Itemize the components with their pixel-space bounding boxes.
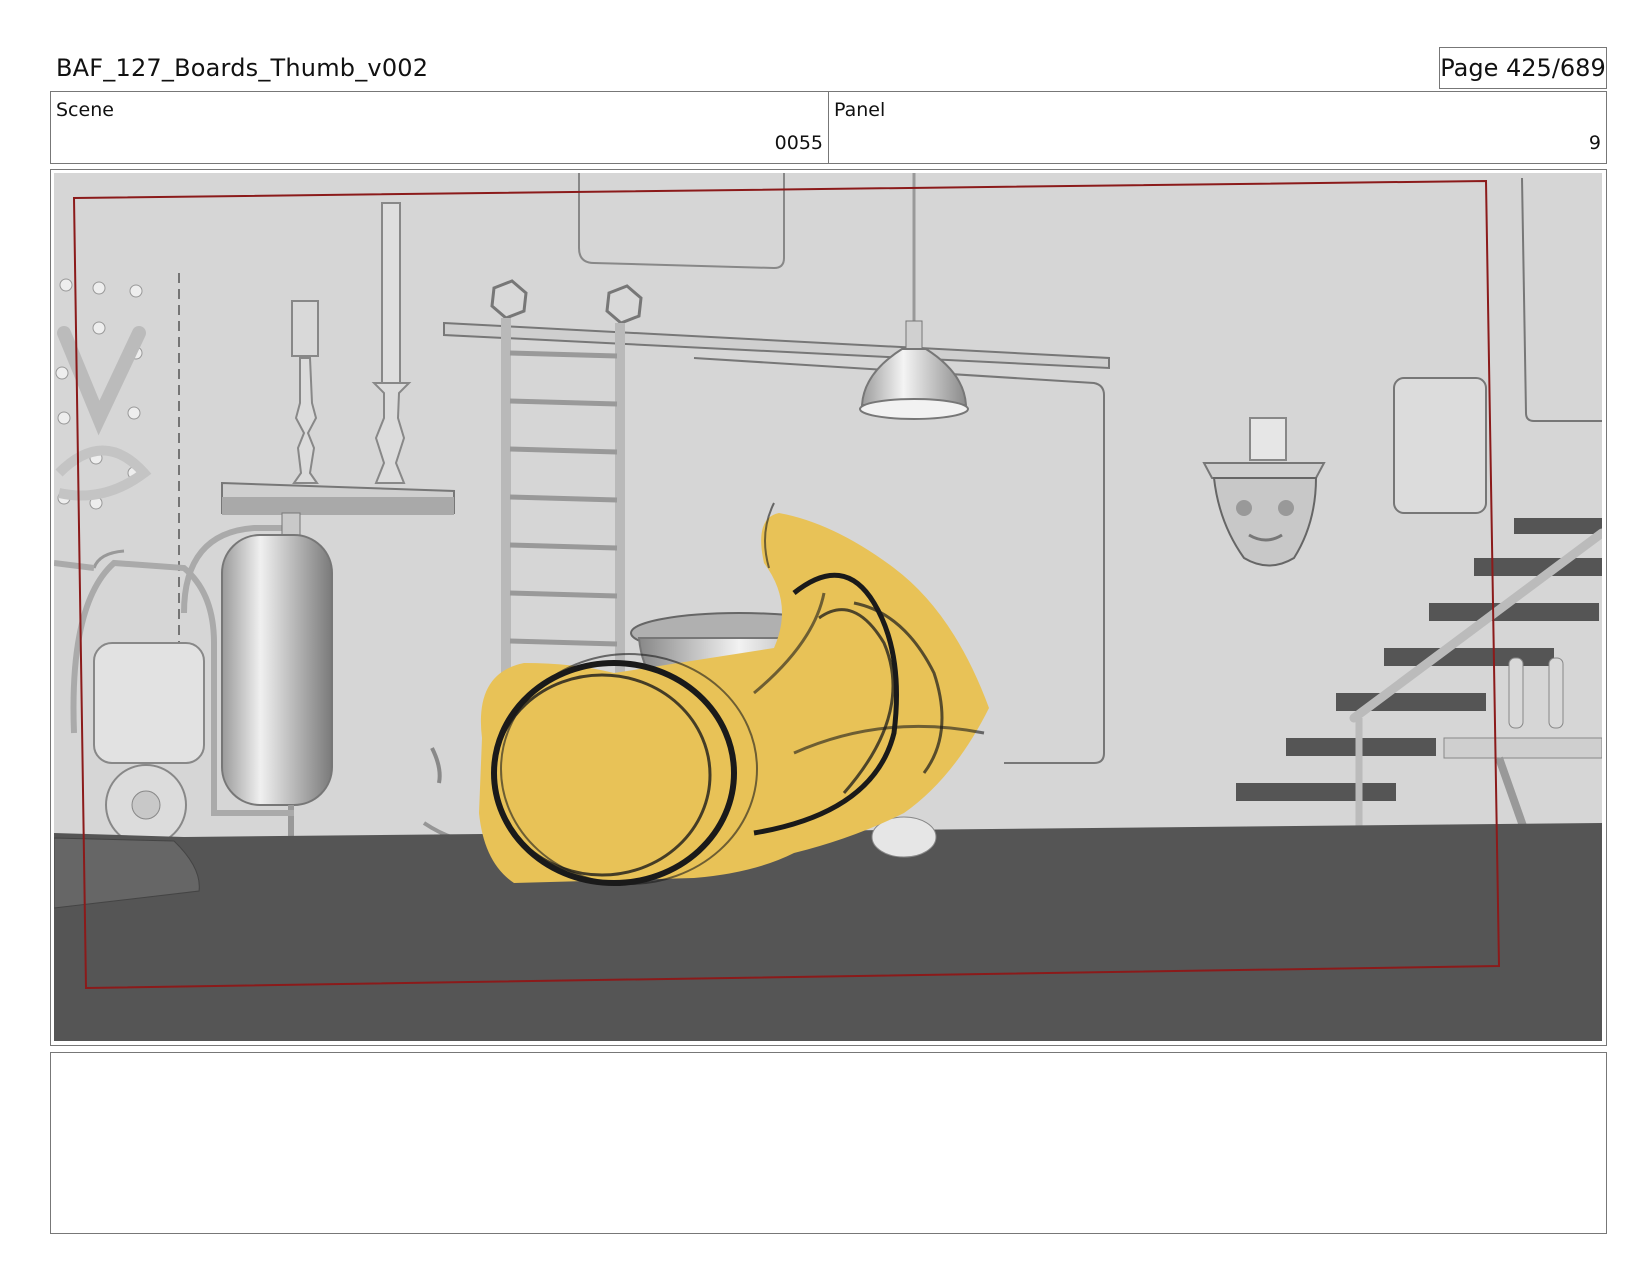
page-number: Page 425/689 xyxy=(1439,47,1607,89)
panel-label: Panel xyxy=(834,99,886,121)
panel-notes-box xyxy=(50,1052,1607,1234)
floor xyxy=(54,823,1602,1041)
scene-cell: Scene 0055 xyxy=(51,92,828,163)
scene-value: 0055 xyxy=(774,132,823,154)
storyboard-panel-frame xyxy=(50,169,1607,1046)
storyboard-panel-image xyxy=(54,173,1602,1041)
scene-label: Scene xyxy=(56,99,114,121)
panel-cell: Panel 9 xyxy=(828,92,1606,163)
wall-frame-right xyxy=(1393,377,1487,514)
document-title: BAF_127_Boards_Thumb_v002 xyxy=(56,54,429,82)
panel-value: 9 xyxy=(1588,132,1601,154)
scene-panel-info-row: Scene 0055 Panel 9 xyxy=(50,91,1607,164)
